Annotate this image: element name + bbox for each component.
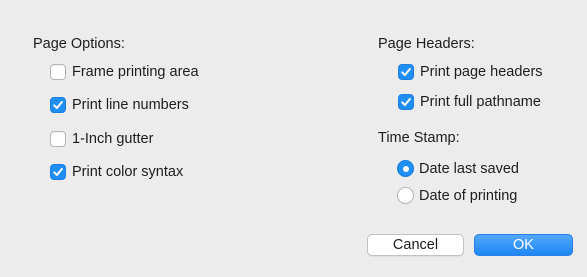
- checkmark-icon: [50, 97, 66, 113]
- cancel-button[interactable]: Cancel: [367, 234, 464, 256]
- page-options-title: Page Options:: [33, 36, 125, 52]
- checkmark-icon: [50, 164, 66, 180]
- date-last-saved-label: Date last saved: [419, 160, 519, 177]
- frame-printing-area-checkbox[interactable]: Frame printing area: [50, 64, 199, 80]
- one-inch-gutter-checkbox[interactable]: 1-Inch gutter: [50, 131, 153, 147]
- checkbox-unchecked-icon: [50, 64, 66, 80]
- print-page-headers-checkbox[interactable]: Print page headers: [398, 64, 543, 80]
- radio-unselected-icon: [397, 187, 414, 204]
- print-color-syntax-label: Print color syntax: [72, 164, 184, 180]
- print-options-dialog: Page Options: Frame printing area Print …: [0, 0, 587, 277]
- page-headers-title: Page Headers:: [378, 36, 475, 52]
- date-last-saved-radio[interactable]: Date last saved: [397, 160, 519, 177]
- time-stamp-title: Time Stamp:: [378, 130, 460, 146]
- print-color-syntax-checkbox[interactable]: Print color syntax: [50, 164, 183, 180]
- checkmark-icon: [398, 64, 414, 80]
- checkmark-icon: [398, 94, 414, 110]
- one-inch-gutter-label: 1-Inch gutter: [72, 131, 154, 147]
- date-of-printing-label: Date of printing: [419, 187, 518, 204]
- date-of-printing-radio[interactable]: Date of printing: [397, 187, 517, 204]
- print-page-headers-label: Print page headers: [420, 64, 543, 80]
- print-line-numbers-label: Print line numbers: [72, 97, 189, 113]
- ok-button[interactable]: OK: [474, 234, 573, 256]
- print-line-numbers-checkbox[interactable]: Print line numbers: [50, 97, 189, 113]
- print-full-pathname-label: Print full pathname: [420, 94, 541, 110]
- checkbox-unchecked-icon: [50, 131, 66, 147]
- frame-printing-area-label: Frame printing area: [72, 64, 199, 80]
- print-full-pathname-checkbox[interactable]: Print full pathname: [398, 94, 541, 110]
- radio-selected-icon: [397, 160, 414, 177]
